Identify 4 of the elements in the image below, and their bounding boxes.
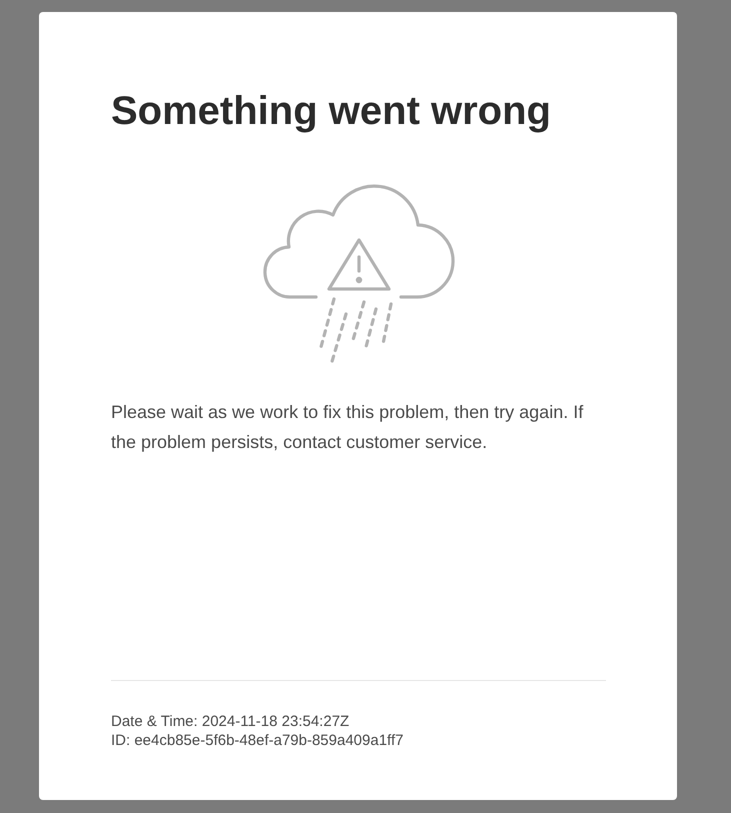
error-detail: Date & Time: 2024-11-18 23:54:27Z	[111, 712, 350, 731]
dialog-title: Something went wrong	[111, 88, 551, 135]
error-message: Please wait as we work to fix this problem, then try again. If the problem persists, contact customer service.	[111, 401, 584, 454]
error-detail: ID: ee4cb85e-5f6b-48ef-a79b-859a409a1ff7	[111, 731, 404, 750]
